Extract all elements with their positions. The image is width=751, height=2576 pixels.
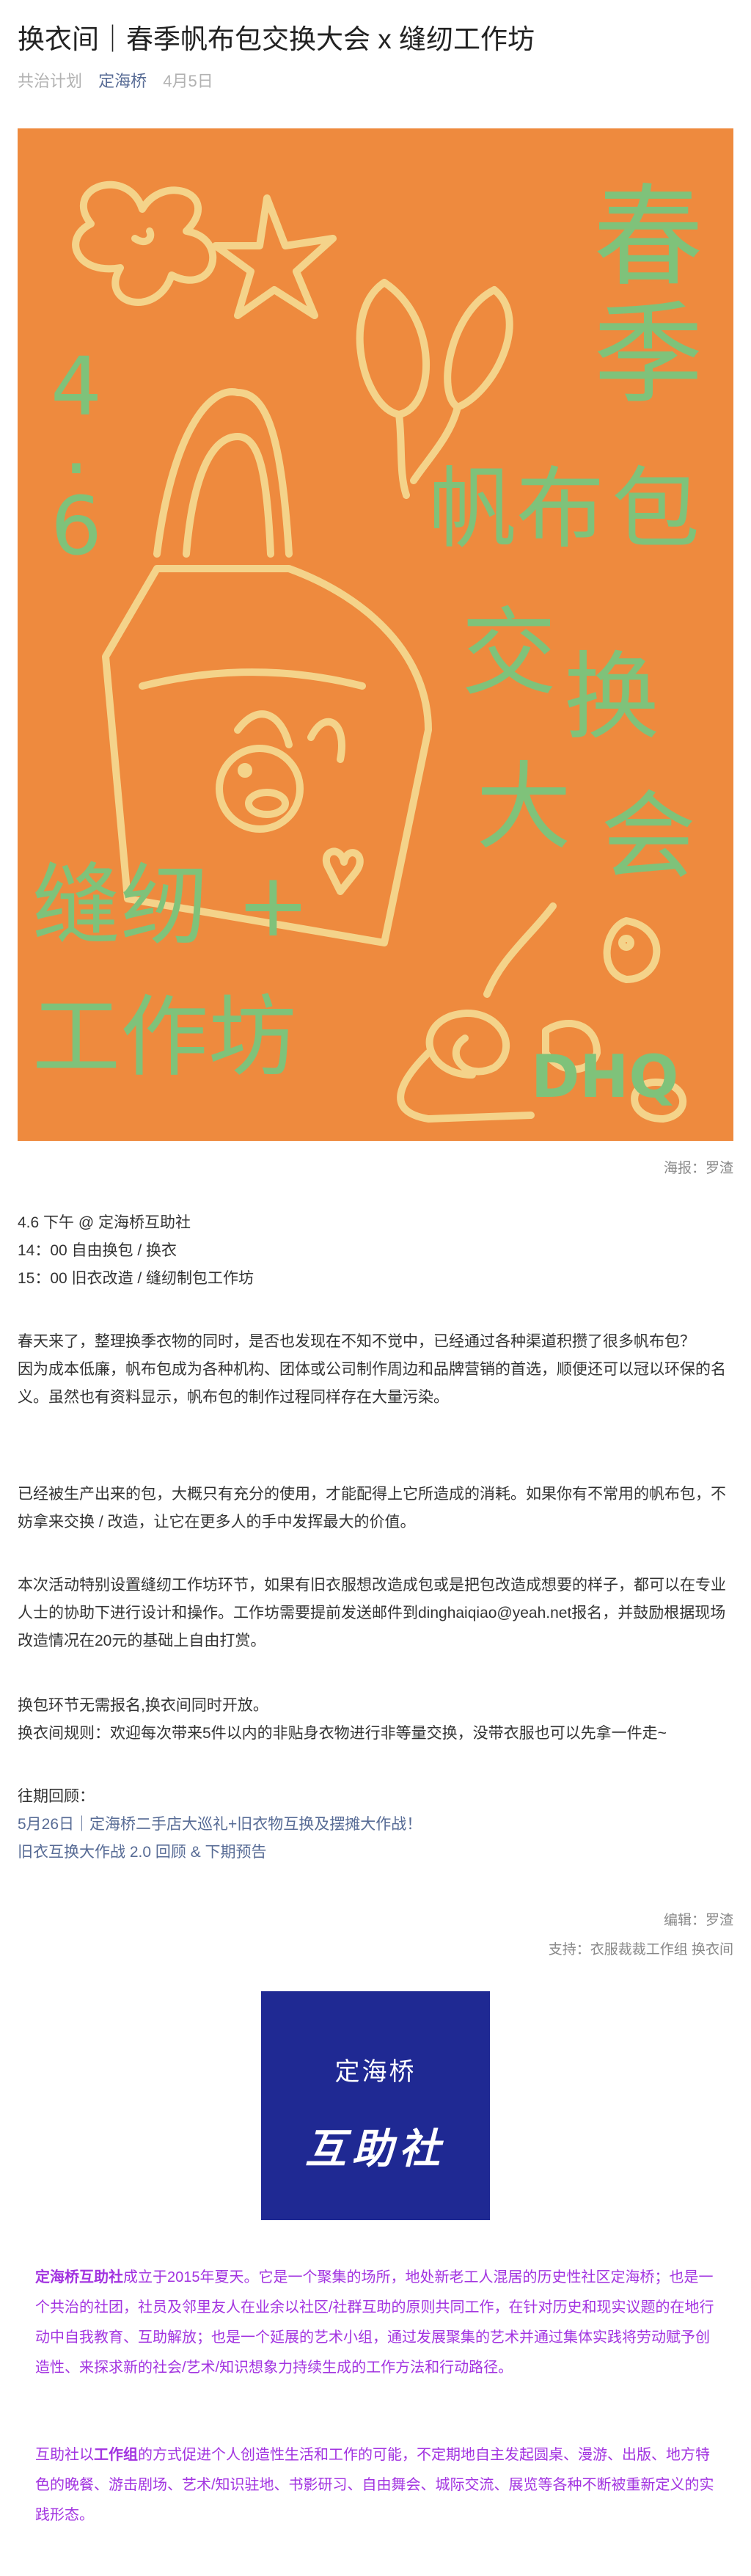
schedule-block: 4.6 下午 @ 定海桥互助社 14：00 自由换包 / 换衣 15：00 旧衣… [18,1209,733,1293]
review-section: 往期回顾： 5月26日｜定海桥二手店大巡礼+旧衣物互换及摆摊大作战！ 旧衣互换大… [18,1783,733,1867]
publish-date: 4月5日 [163,72,213,90]
org-name: 定海桥互助社 [35,2269,123,2285]
poster-signature: DHQ [531,1043,678,1111]
body-paragraph: 换包环节无需报名,换衣间同时开放。 [18,1697,268,1714]
schedule-line: 14：00 自由换包 / 换衣 [18,1242,177,1259]
poster-workshop-line: 工作坊 [32,987,296,1089]
intro-paragraph: 春天来了，整理换季衣物的同时，是否也发现在不知不觉中，已经通过各种渠道积攒了很多… [18,1328,733,1412]
poster-char: 季 [593,291,703,419]
org-logo: 定海桥 互助社 [261,1991,490,2220]
usage-paragraph: 已经被生产出来的包，大概只有充分的使用，才能配得上它所造成的消耗。如果你有不常用… [18,1481,733,1536]
event-poster[interactable]: 春 季 帆 布 包 交 换 大 会 4 . 6 缝纫 + 工作坊 DHQ [18,128,733,1141]
poster-caption: 海报：罗渣 [663,1161,733,1176]
poster-char: 春 [593,174,703,302]
logo-line-1: 定海桥 [334,2058,417,2086]
poster-char: 大 [476,751,571,863]
heart-doodle [322,847,364,895]
body-paragraph: 本次活动特别设置缝纫工作坊环节，如果有旧衣服想改造成包或是把包改造成想要的样子，… [18,1577,726,1649]
editor-credit: 编辑：罗渣 [663,1913,733,1928]
poster-date-char: 6 [51,479,102,573]
workshop-paragraph: 本次活动特别设置缝纫工作坊环节，如果有旧衣服想改造成包或是把包改造成想要的样子，… [18,1572,733,1655]
balloon-doodle [356,279,431,418]
about-text: 互助社以 [35,2447,94,2463]
poster-char: 布 [516,459,604,561]
review-link[interactable]: 旧衣互换大作战 2.0 回顾 & 下期预告 [18,1844,267,1861]
poster-drawing: 春 季 帆 布 包 交 换 大 会 4 . 6 缝纫 + 工作坊 DHQ [32,174,703,1123]
poster-char: 交 [461,597,557,709]
poster-char: 包 [612,459,700,561]
review-heading: 往期回顾： [18,1788,95,1805]
logo-line-2: 互助社 [305,2125,446,2173]
rules-paragraph: 换包环节无需报名,换衣间同时开放。 换衣间规则：欢迎每次带来5件以内的非贴身衣物… [18,1692,733,1748]
body-paragraph: 因为成本低廉，帆布包成为各种机构、团体或公司制作周边和品牌营销的首选，顺便还可以… [18,1361,726,1406]
poster-char: 换 [564,641,659,753]
body-paragraph: 换衣间规则：欢迎每次带来5件以内的非贴身衣物进行非等量交换，没带衣服也可以先拿一… [18,1725,667,1742]
work-group-term: 工作组 [94,2447,138,2463]
schedule-line: 15：00 旧衣改造 / 缝纫制包工作坊 [18,1270,254,1287]
about-paragraph-2: 互助社以工作组的方式促进个人创造性生活和工作的可能，不定期地自主发起圆桌、漫游、… [35,2440,717,2531]
star-doodle [212,194,337,319]
poster-date-char: . [64,398,89,492]
about-paragraph-1: 定海桥互助社成立于2015年夏天。它是一个聚集的场所，地处新老工人混居的历史性社… [35,2263,717,2383]
account-label: 共治计划 [18,72,83,90]
support-credit: 支持：衣服裁裁工作组 换衣间 [548,1942,733,1957]
snail-doodle [425,1010,510,1079]
review-link[interactable]: 5月26日｜定海桥二手店大巡礼+旧衣物互换及摆摊大作战！ [18,1816,422,1833]
article-page: 换衣间｜春季帆布包交换大会 x 缝纫工作坊 共治计划 定海桥 4月5日 春 季 … [0,0,751,2576]
article-title: 换衣间｜春季帆布包交换大会 x 缝纫工作坊 [18,24,535,54]
schedule-line: 4.6 下午 @ 定海桥互助社 [18,1214,191,1231]
poster-workshop-line: 缝纫 + [32,855,310,957]
poster-char: 会 [601,781,696,892]
body-paragraph: 已经被生产出来的包，大概只有充分的使用，才能配得上它所造成的消耗。如果你有不常用… [18,1486,726,1530]
body-paragraph: 春天来了，整理换季衣物的同时，是否也发现在不知不觉中，已经通过各种渠道积攒了很多… [18,1333,695,1350]
poster-char: 帆 [428,459,516,561]
poster-title-group: 春 季 帆 布 包 交 换 大 会 4 . 6 缝纫 + 工作坊 DHQ [32,174,703,1111]
about-text: 成立于2015年夏天。它是一个聚集的场所，地处新老工人混居的历史性社区定海桥；也… [35,2269,714,2376]
article-meta: 共治计划 定海桥 4月5日 [18,70,213,92]
author-link[interactable]: 定海桥 [98,72,147,90]
